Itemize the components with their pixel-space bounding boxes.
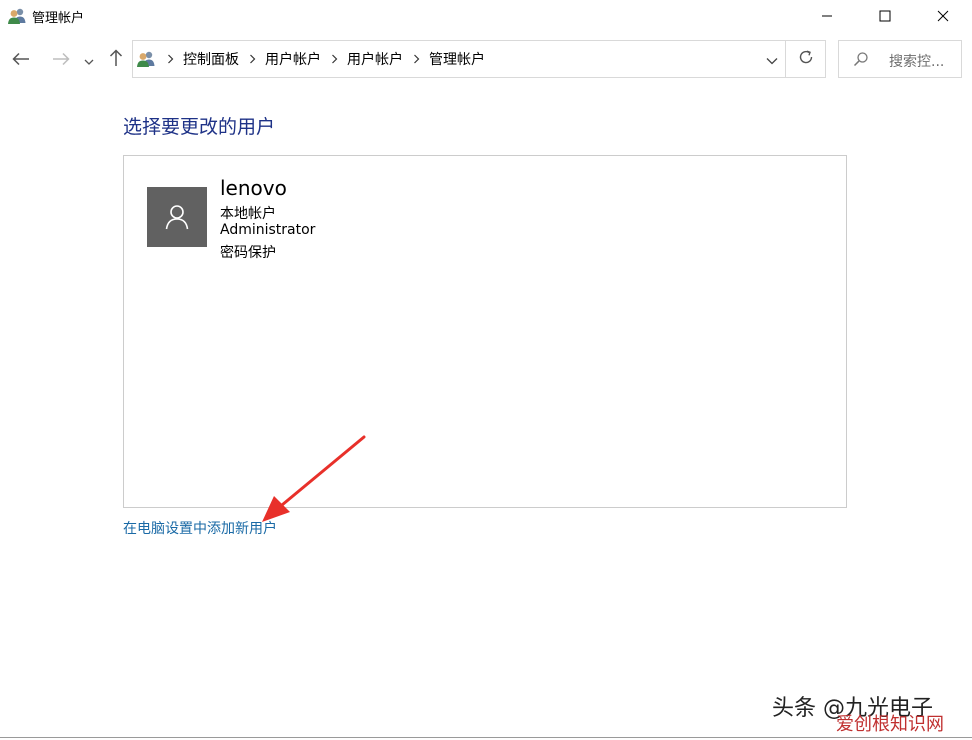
users-icon <box>7 6 27 26</box>
search-box[interactable]: 搜索控... <box>838 40 962 78</box>
page-title: 选择要更改的用户 <box>123 116 276 138</box>
minimize-button[interactable] <box>798 0 856 32</box>
up-button[interactable] <box>105 48 127 72</box>
user-list-panel: lenovo 本地帐户 Administrator 密码保护 <box>123 155 847 508</box>
refresh-icon <box>798 49 814 69</box>
chevron-right-icon[interactable] <box>242 54 262 64</box>
users-icon <box>136 49 156 69</box>
breadcrumb-item-manage-accounts[interactable]: 管理帐户 <box>426 49 488 69</box>
chevron-down-icon <box>766 50 778 69</box>
refresh-button[interactable] <box>786 40 826 78</box>
arrow-left-icon <box>12 51 30 70</box>
user-password-status: 密码保护 <box>220 245 276 261</box>
title-bar: 管理帐户 <box>0 0 972 32</box>
window-bottom-border <box>0 737 972 738</box>
user-role: Administrator <box>220 222 316 238</box>
breadcrumb-item-control-panel[interactable]: 控制面板 <box>180 49 242 69</box>
recent-locations-button[interactable] <box>80 48 98 72</box>
breadcrumb-item-user-accounts[interactable]: 用户帐户 <box>262 49 324 69</box>
window-title: 管理帐户 <box>32 11 85 26</box>
search-input[interactable]: 搜索控... <box>889 51 944 71</box>
arrow-right-icon <box>52 51 70 70</box>
chevron-right-icon[interactable] <box>406 54 426 64</box>
watermark-text-secondary: 爱创根知识网 <box>836 714 944 735</box>
user-name[interactable]: lenovo <box>220 176 287 200</box>
maximize-button[interactable] <box>856 0 914 32</box>
search-icon <box>853 51 869 71</box>
address-dropdown-button[interactable] <box>758 40 786 78</box>
address-bar[interactable]: 控制面板 用户帐户 用户帐户 管理帐户 <box>132 40 786 78</box>
chevron-right-icon[interactable] <box>324 54 344 64</box>
user-account-type: 本地帐户 <box>220 206 276 222</box>
avatar[interactable] <box>147 187 207 247</box>
back-button[interactable] <box>10 48 32 72</box>
add-user-link[interactable]: 在电脑设置中添加新用户 <box>123 518 277 538</box>
breadcrumb: 控制面板 用户帐户 用户帐户 管理帐户 <box>160 41 488 77</box>
forward-button[interactable] <box>50 48 72 72</box>
chevron-right-icon[interactable] <box>160 54 180 64</box>
close-button[interactable] <box>914 0 972 32</box>
breadcrumb-item-user-accounts-sub[interactable]: 用户帐户 <box>344 49 406 69</box>
chevron-down-icon <box>84 51 94 70</box>
arrow-up-icon <box>109 49 123 71</box>
